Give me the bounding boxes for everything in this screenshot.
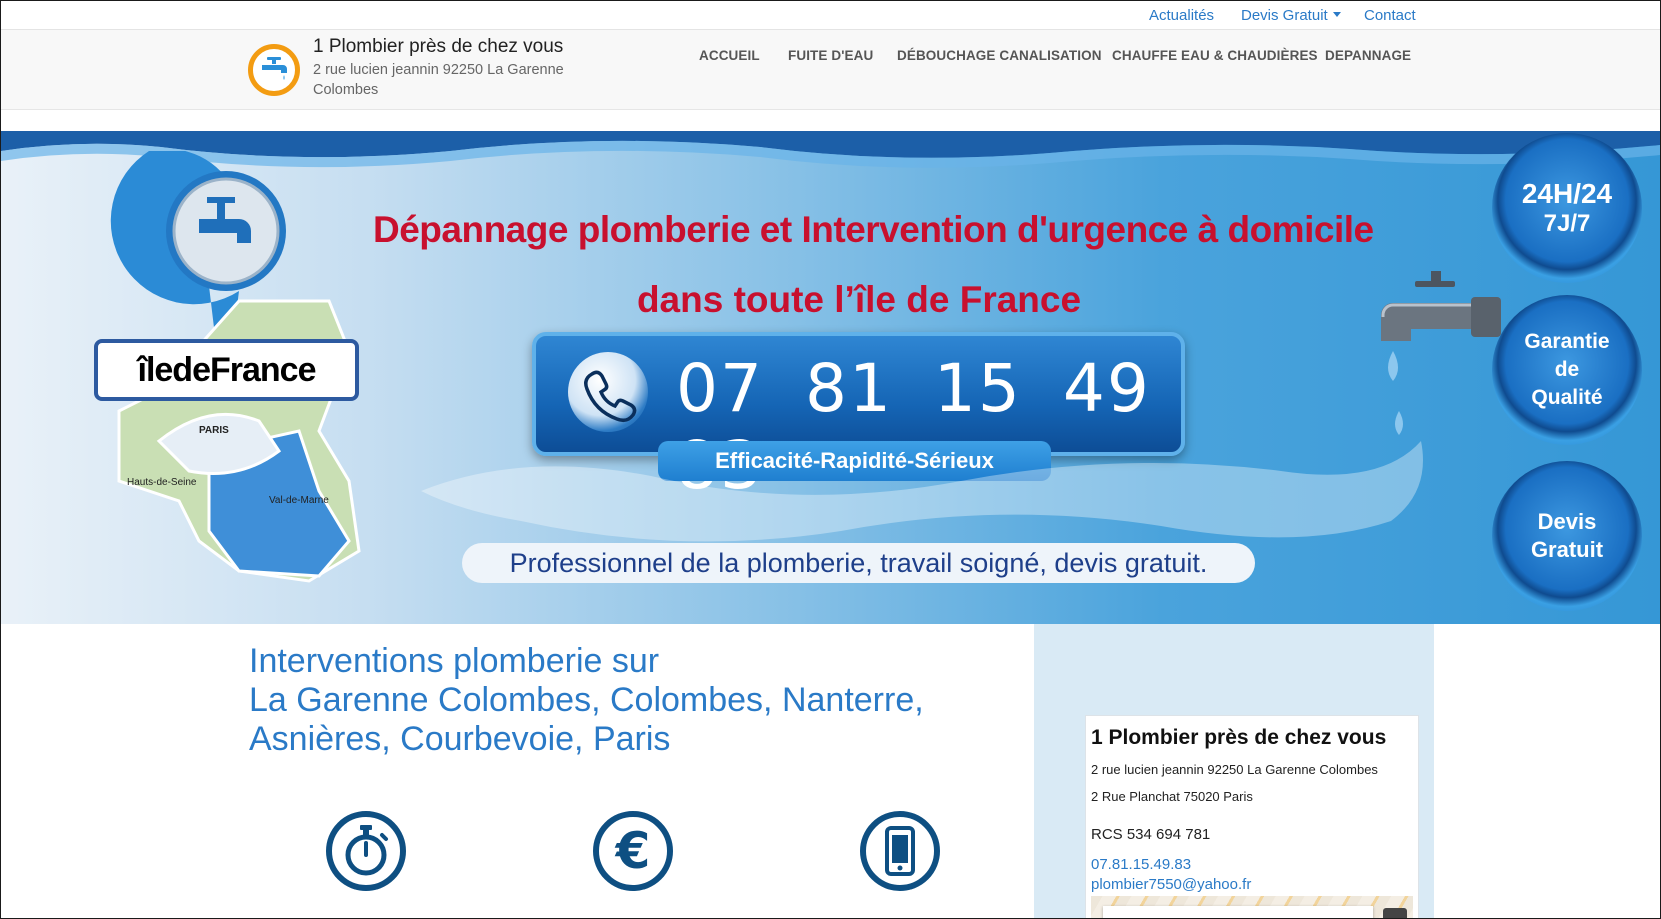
map-label-val-de-marne: Val-de-Marne (269, 495, 329, 506)
faucet-logo-icon[interactable] (248, 44, 300, 96)
banner-headline-1: Dépannage plomberie et Intervention d'ur… (373, 209, 1374, 250)
contact-address-2: 2 Rue Planchat 75020 Paris (1091, 789, 1253, 804)
badge-garantie-qualite: Garantie de Qualité (1492, 295, 1642, 445)
contact-phone-link[interactable]: 07.81.15.49.83 (1091, 856, 1191, 873)
contact-email-link[interactable]: plombier7550@yahoo.fr (1091, 876, 1251, 893)
actualites-link[interactable]: Actualités (1149, 7, 1214, 24)
contact-card: 1 Plombier près de chez vous 2 rue lucie… (1085, 715, 1419, 918)
smartphone-icon (860, 811, 940, 891)
badge-24h-7j: 24H/24 7J/7 (1492, 133, 1642, 283)
badge-garantie-line2: de (1554, 358, 1580, 381)
devis-gratuit-dropdown[interactable]: Devis Gratuit (1241, 7, 1341, 24)
nav-debouchage[interactable]: DÉBOUCHAGE CANALISATION (897, 48, 1102, 63)
nav-depannage[interactable]: DEPANNAGE (1325, 48, 1411, 63)
banner-pro-statement: Professionnel de la plomberie, travail s… (462, 543, 1255, 583)
nav-chauffe-eau[interactable]: CHAUFFE EAU & CHAUDIÈRES (1112, 48, 1318, 63)
badge-garantie-line3: Qualité (1531, 386, 1603, 409)
euro-icon: € (593, 811, 673, 891)
caret-down-icon (1332, 12, 1341, 17)
page-title-line1: Interventions plomberie sur (249, 642, 660, 680)
badge-devis-gratuit[interactable]: Devis Gratuit (1492, 461, 1642, 611)
brand-address: 2 rue lucien jeannin 92250 La Garenne Co… (313, 62, 564, 98)
ile-de-france-map: îledeFrance PARIS Hauts-de-Seine Val-de-… (89, 148, 409, 591)
main-navbar: 1 Plombier près de chez vous 2 rue lucie… (1, 30, 1660, 110)
contact-card-title: 1 Plombier près de chez vous (1091, 726, 1387, 749)
top-utility-bar: Actualités Devis Gratuit Contact (1, 1, 1660, 30)
contact-link[interactable]: Contact (1364, 7, 1416, 24)
stopwatch-icon (326, 811, 406, 891)
nav-accueil[interactable]: ACCUEIL (699, 48, 760, 63)
page-title: Interventions plomberie sur La Garenne C… (249, 642, 924, 759)
map-control-icon[interactable] (1383, 908, 1407, 918)
badge-devis-line1: Devis (1537, 509, 1597, 534)
badge-devis-line2: Gratuit (1530, 537, 1604, 562)
map-label-hauts-de-seine: Hauts-de-Seine (127, 477, 197, 488)
ile-de-france-logo: îledeFrance (94, 339, 359, 401)
map-info-box (1103, 906, 1373, 918)
page-title-line3: Asnières, Courbevoie, Paris (249, 720, 671, 758)
browser-page: Actualités Devis Gratuit Contact 1 Plomb… (0, 0, 1661, 919)
brand-title[interactable]: 1 Plombier près de chez vous (313, 36, 563, 58)
map-label-paris: PARIS (199, 425, 229, 436)
contact-rcs: RCS 534 694 781 (1091, 826, 1211, 843)
phone-handset-icon (568, 352, 648, 432)
hero-banner: îledeFrance PARIS Hauts-de-Seine Val-de-… (1, 131, 1660, 624)
faucet-illustration-icon (1371, 271, 1511, 476)
devis-gratuit-label: Devis Gratuit (1241, 7, 1328, 24)
sidebar: 1 Plombier près de chez vous 2 rue lucie… (1034, 624, 1434, 918)
embedded-map[interactable] (1091, 896, 1413, 918)
badge-24h-line2: 7J/7 (1543, 210, 1591, 237)
contact-address-1: 2 rue lucien jeannin 92250 La Garenne Co… (1091, 762, 1378, 777)
nav-fuite-eau[interactable]: FUITE D'EAU (788, 48, 873, 63)
badge-garantie-line1: Garantie (1524, 330, 1610, 353)
badge-24h-line1: 24H/24 (1521, 178, 1613, 209)
page-title-line2: La Garenne Colombes, Colombes, Nanterre, (249, 681, 924, 719)
